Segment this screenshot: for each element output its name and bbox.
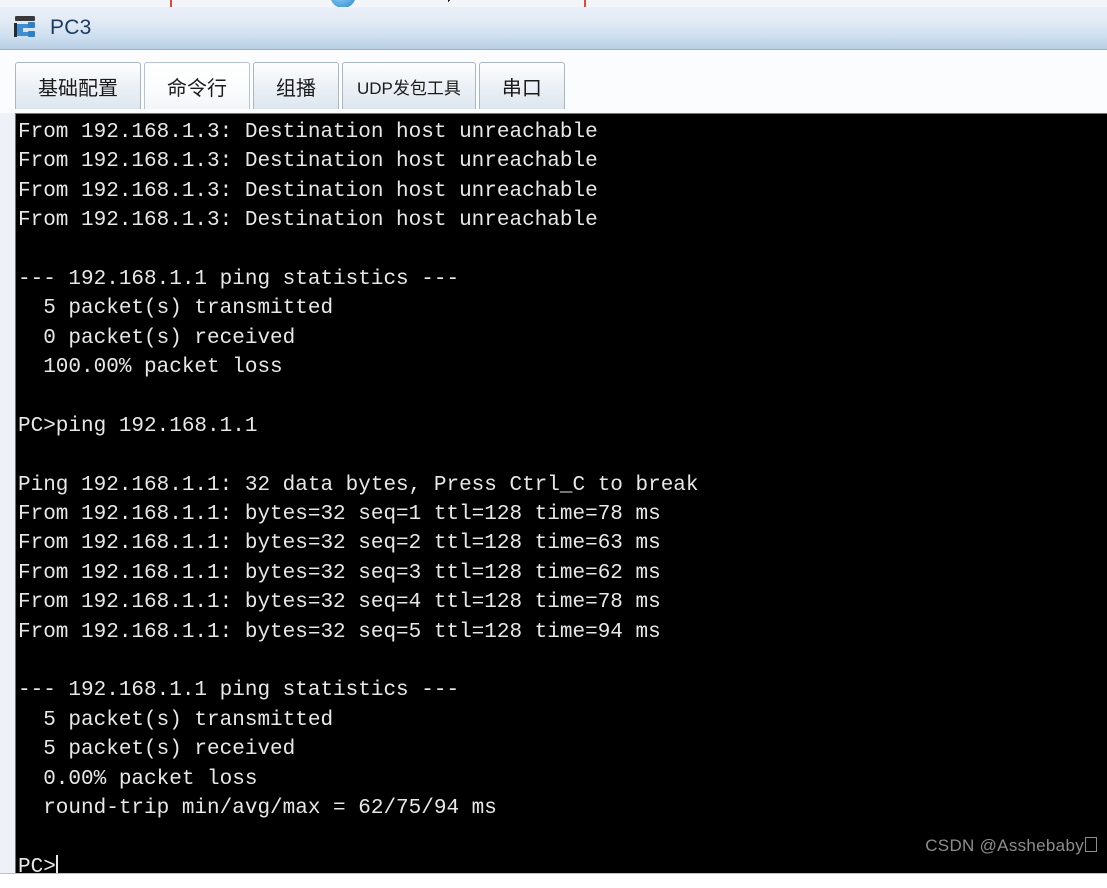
tab-multicast-label: 组播 <box>276 77 316 100</box>
tab-serial-port-label: 串口 <box>501 77 542 100</box>
terminal-line: 100.00% packet loss <box>18 356 283 380</box>
tab-command-line-label: 命令行 <box>167 77 227 100</box>
window-bottom-edge <box>0 873 1107 888</box>
toolbar-separator-right <box>584 0 586 7</box>
terminal-line: From 192.168.1.3: Destination host unrea… <box>18 150 598 174</box>
terminal-line: --- 192.168.1.1 ping statistics --- <box>18 267 460 291</box>
tab-multicast[interactable]: 组播 <box>253 62 339 109</box>
terminal-line: From 192.168.1.1: bytes=32 seq=1 ttl=128… <box>18 503 661 527</box>
tab-serial-port[interactable]: 串口 <box>478 62 565 109</box>
terminal-line: From 192.168.1.1: bytes=32 seq=3 ttl=128… <box>18 561 661 585</box>
terminal-output[interactable]: From 192.168.1.3: Destination host unrea… <box>16 114 1107 874</box>
terminal-line: From 192.168.1.1: bytes=32 seq=4 ttl=128… <box>18 591 661 615</box>
terminal-line: From 192.168.1.3: Destination host unrea… <box>18 209 598 233</box>
watermark: CSDN @Asshebaby <box>925 836 1097 856</box>
pc-host-icon <box>12 14 42 42</box>
terminal-line: 5 packet(s) transmitted <box>18 708 334 732</box>
tab-command-line[interactable]: 命令行 <box>144 62 250 109</box>
terminal-cursor <box>55 854 58 874</box>
terminal-line: From 192.168.1.1: bytes=32 seq=2 ttl=128… <box>18 532 661 556</box>
window-titlebar: PC3 <box>0 7 1107 50</box>
terminal-line: From 192.168.1.3: Destination host unrea… <box>18 121 598 144</box>
terminal-line: From 192.168.1.1: bytes=32 seq=5 ttl=128… <box>18 620 661 644</box>
terminal-line: 5 packet(s) transmitted <box>18 297 334 321</box>
terminal-line: --- 192.168.1.1 ping statistics --- <box>18 679 460 703</box>
terminal-line: Ping 192.168.1.1: 32 data bytes, Press C… <box>18 473 699 497</box>
terminal-panel[interactable]: From 192.168.1.3: Destination host unrea… <box>15 113 1107 874</box>
window-title: PC3 <box>50 16 92 39</box>
tab-basic-config-label: 基础配置 <box>38 77 118 100</box>
watermark-text: CSDN @Asshebaby <box>925 836 1084 855</box>
tab-udp-sender[interactable]: UDP发包工具 <box>342 62 476 109</box>
terminal-line: PC>ping 192.168.1.1 <box>18 414 258 438</box>
terminal-line: round-trip min/avg/max = 62/75/94 ms <box>18 796 497 820</box>
watermark-missing-glyph <box>1085 837 1097 852</box>
terminal-line: 0 packet(s) received <box>18 326 296 350</box>
terminal-line: 0.00% packet loss <box>18 767 258 791</box>
ensp-pc-window: PC3 基础配置 命令行 组播 UDP发包工具 串口 From 192.168.… <box>0 0 1107 888</box>
terminal-line: From 192.168.1.3: Destination host unrea… <box>18 179 598 203</box>
tab-udp-sender-label: UDP发包工具 <box>357 78 461 98</box>
tab-basic-config[interactable]: 基础配置 <box>15 62 141 109</box>
tab-bar: 基础配置 命令行 组播 UDP发包工具 串口 <box>0 50 1107 113</box>
cursor-arrow-icon <box>448 0 468 4</box>
toolbar-separator-left <box>170 0 172 7</box>
terminal-line: 5 packet(s) received <box>18 738 296 762</box>
